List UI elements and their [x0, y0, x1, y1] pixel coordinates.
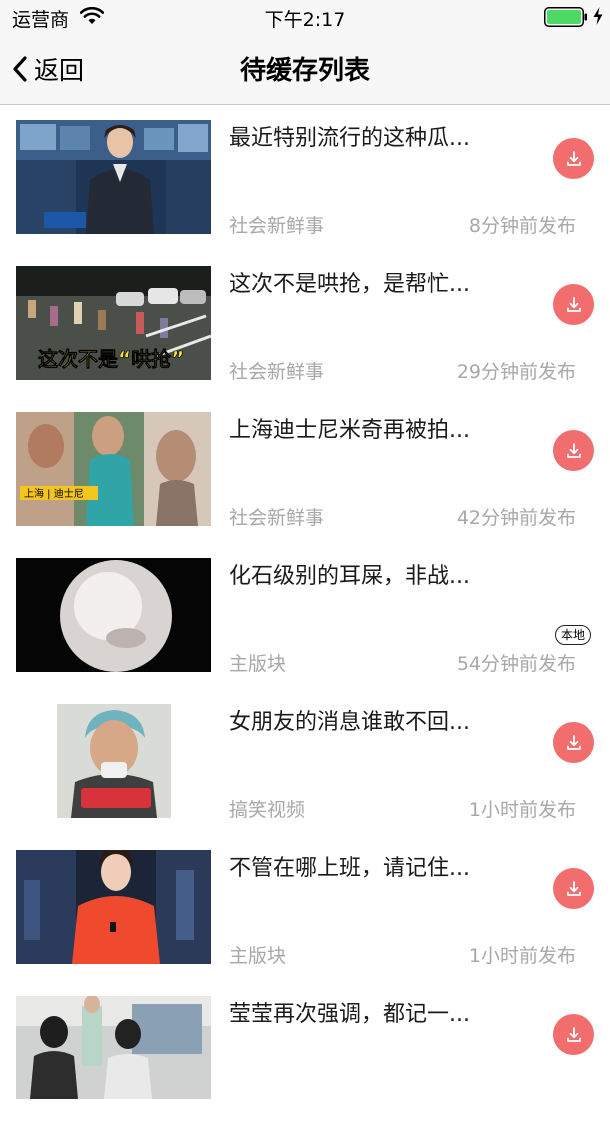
page-title: 待缓存列表: [239, 56, 370, 86]
video-thumbnail: [57, 704, 171, 818]
download-icon: [566, 150, 581, 166]
item-time: 1小时前发布: [468, 799, 576, 821]
download-icon: [566, 880, 581, 896]
download-button[interactable]: [553, 1014, 594, 1055]
thumbnail-tag: 上海 | 迪士尼: [24, 487, 84, 500]
video-thumbnail: [16, 850, 211, 964]
navigation-bar: 返回 待缓存列表: [0, 34, 610, 105]
item-category: 社会新鲜事: [229, 507, 325, 529]
list-item[interactable]: 这次不是“哄抢” 这次不是哄抢，是帮忙... 社会新鲜事 29分钟前发布: [0, 251, 610, 397]
item-category: 搞笑视频: [229, 799, 306, 821]
item-time: 8分钟前发布: [468, 215, 576, 237]
download-button[interactable]: [553, 430, 594, 471]
download-button[interactable]: [553, 722, 594, 763]
list-item[interactable]: 女朋友的消息谁敢不回... 搞笑视频 1小时前发布: [0, 689, 610, 835]
video-thumbnail: 上海 | 迪士尼: [16, 412, 211, 526]
item-category: 主版块: [229, 945, 287, 967]
list-item[interactable]: 上海 | 迪士尼 上海迪士尼米奇再被拍... 社会新鲜事 42分钟前发布: [0, 397, 610, 543]
download-icon: [566, 1026, 581, 1042]
thumbnail-caption: 这次不是“哄抢”: [38, 347, 184, 371]
local-badge: 本地: [555, 625, 592, 645]
download-button[interactable]: [553, 868, 594, 909]
item-time: 42分钟前发布: [456, 507, 576, 529]
item-title: 化石级别的耳屎，非战...: [229, 564, 470, 589]
charging-icon: [593, 7, 603, 25]
item-title: 女朋友的消息谁敢不回...: [229, 710, 470, 735]
download-button[interactable]: [553, 138, 594, 179]
video-thumbnail: [16, 558, 211, 672]
item-category: 主版块: [229, 653, 287, 675]
battery-icon: [544, 7, 587, 27]
item-title: 莹莹再次强调，都记一...: [229, 1002, 470, 1027]
list-item[interactable]: 最近特别流行的这种瓜... 社会新鲜事 8分钟前发布: [0, 105, 610, 251]
list-item[interactable]: 不管在哪上班，请记住... 主版块 1小时前发布: [0, 835, 610, 981]
download-icon: [566, 296, 581, 312]
video-thumbnail: [16, 120, 211, 234]
item-time: 54分钟前发布: [456, 653, 576, 675]
download-icon: [566, 442, 581, 458]
item-title: 不管在哪上班，请记住...: [229, 856, 470, 881]
list-item[interactable]: 化石级别的耳屎，非战... 本地 主版块 54分钟前发布: [0, 543, 610, 689]
item-category: 社会新鲜事: [229, 215, 325, 237]
video-thumbnail: 这次不是“哄抢”: [16, 266, 211, 380]
download-icon: [566, 734, 581, 750]
list-item[interactable]: 莹莹再次强调，都记一...: [0, 981, 610, 1127]
status-bar: 运营商 下午2:17: [0, 0, 610, 34]
clock: 下午2:17: [264, 9, 346, 31]
download-button[interactable]: [553, 284, 594, 325]
item-title: 这次不是哄抢，是帮忙...: [229, 272, 470, 297]
item-category: 社会新鲜事: [229, 361, 325, 383]
item-title: 上海迪士尼米奇再被拍...: [229, 418, 470, 443]
item-time: 1小时前发布: [468, 945, 576, 967]
item-title: 最近特别流行的这种瓜...: [229, 126, 470, 151]
item-time: 29分钟前发布: [456, 361, 576, 383]
